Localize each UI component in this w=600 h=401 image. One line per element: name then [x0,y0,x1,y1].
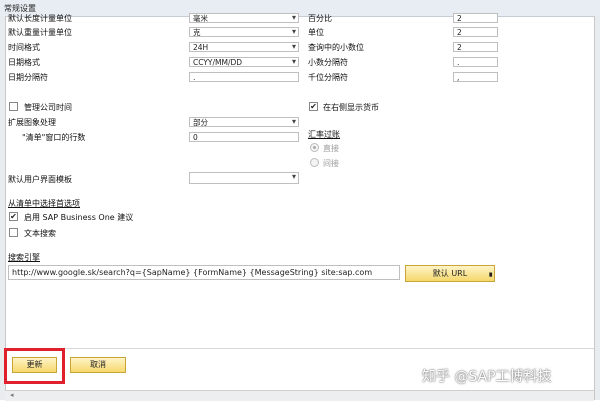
date-format-select[interactable]: CCYY/MM/DD [189,57,299,67]
unit-decimals-label: 单位 [308,28,324,37]
scroll-left-icon[interactable]: ◂ [10,391,14,399]
default-url-label: 默认 URL [432,269,468,278]
checkmark-icon: ✔ [310,102,317,111]
exchange-rate-direct-radio[interactable] [310,143,319,152]
date-format-value: CCYY/MM/DD [193,58,243,67]
manage-company-time-checkbox[interactable] [9,102,18,111]
default-length-unit-label: 默认长度计量单位 [8,14,72,23]
extended-image-select[interactable]: 部分 [189,117,299,127]
default-url-button[interactable]: 默认 URL ▗ [405,265,495,282]
watermark-text: 知乎 @SAP工博科技 [422,369,552,385]
time-format-value: 24H [193,43,209,52]
percent-label: 百分比 [308,14,332,23]
list-rows-label: "清单"窗口的行数 [22,133,86,142]
extended-image-label: 扩展图象处理 [8,118,56,127]
footer-separator [5,348,594,349]
search-engine-url-input[interactable]: http://www.google.sk/search?q={SapName} … [8,265,400,280]
enable-sap-suggestion-checkbox[interactable]: ✔ [9,212,18,221]
default-weight-unit-select[interactable]: 克 [189,27,299,37]
default-ui-template-select[interactable] [189,172,299,184]
search-engine-title: 搜索引擎 [8,253,40,262]
exchange-rate-title: 汇率过账 [308,130,340,139]
exchange-rate-direct-label: 直接 [323,144,339,153]
horizontal-scrollbar[interactable] [5,390,594,401]
manage-company-time-label: 管理公司时间 [24,103,72,112]
thousands-separator-input[interactable]: , [453,72,498,82]
unit-decimals-input[interactable]: 2 [453,27,498,37]
cancel-label: 取消 [90,360,106,369]
list-selection-title: 从清单中选择首选项 [8,199,80,208]
window-frame-left [0,16,6,400]
enable-sap-suggestion-label: 启用 SAP Business One 建议 [24,213,134,222]
list-rows-value: 0 [193,133,198,142]
time-format-label: 时间格式 [8,43,40,52]
search-engine-url-value: http://www.google.sk/search?q={SapName} … [12,268,373,277]
highlight-box [4,348,65,384]
decimal-separator-value: . [457,58,460,67]
date-format-label: 日期格式 [8,58,40,67]
default-ui-template-label: 默认用户界面模板 [8,175,72,184]
decimal-separator-label: 小数分隔符 [308,58,348,67]
default-weight-unit-label: 默认重量计量单位 [8,28,72,37]
cancel-button[interactable]: 取消 [70,357,126,373]
thousands-separator-label: 千位分隔符 [308,73,348,82]
default-length-unit-value: 毫米 [193,14,208,23]
thousands-separator-value: , [457,73,460,82]
percent-value: 2 [457,14,462,23]
query-decimals-input[interactable]: 2 [453,42,498,52]
date-separator-label: 日期分隔符 [8,73,48,82]
exchange-rate-indirect-label: 间接 [323,159,339,168]
title-bar: 常规设置 [0,0,600,17]
decimal-separator-input[interactable]: . [453,57,498,67]
default-length-unit-select[interactable]: 毫米 [189,13,299,23]
window-frame-right [594,16,600,400]
button-corner-icon: ▗ [486,269,492,277]
unit-decimals-value: 2 [457,28,462,37]
date-separator-value: . [193,73,196,82]
query-decimals-value: 2 [457,43,462,52]
text-search-label: 文本搜索 [24,229,56,238]
percent-input[interactable]: 2 [453,13,498,23]
show-currency-right-checkbox[interactable]: ✔ [309,102,318,111]
date-separator-input[interactable]: . [189,72,299,82]
text-search-checkbox[interactable] [9,228,18,237]
checkmark-icon: ✔ [10,212,17,221]
default-weight-unit-value: 克 [193,28,201,37]
show-currency-right-label: 在右侧显示货币 [323,103,379,112]
time-format-select[interactable]: 24H [189,42,299,52]
list-rows-input[interactable]: 0 [189,132,299,142]
query-decimals-label: 查询中的小数位 [308,43,364,52]
extended-image-value: 部分 [193,118,208,127]
exchange-rate-indirect-radio[interactable] [310,158,319,167]
